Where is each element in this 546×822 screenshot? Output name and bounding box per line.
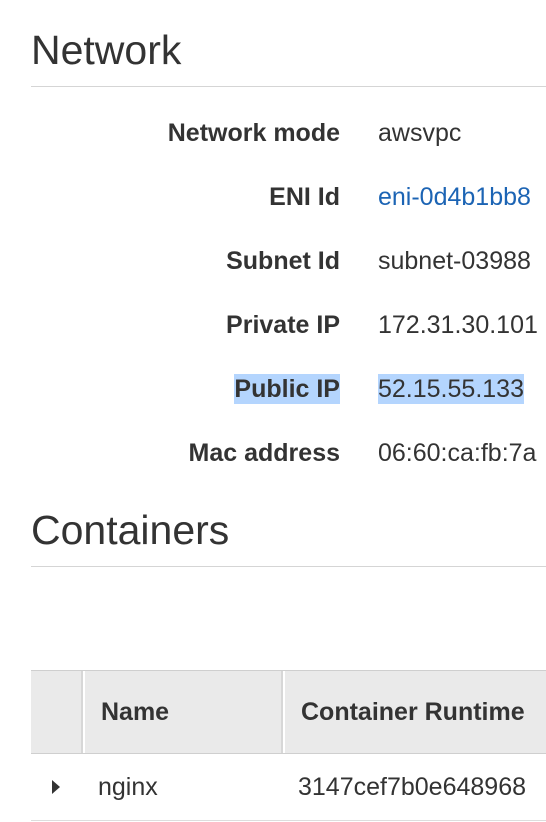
containers-divider xyxy=(31,566,546,567)
name-column-header[interactable]: Name xyxy=(83,671,283,753)
public-ip-label: Public IP xyxy=(234,374,340,404)
expand-column-header xyxy=(31,671,83,753)
container-name-cell: nginx xyxy=(98,773,158,801)
eni-id-row: ENI Id eni-0d4b1bb8 xyxy=(0,174,546,214)
table-row[interactable]: nginx 3147cef7b0e648968 xyxy=(31,754,546,821)
caret-right-icon[interactable] xyxy=(52,780,60,794)
network-divider xyxy=(31,86,546,87)
containers-section-title: Containers xyxy=(31,507,230,553)
mac-address-value: 06:60:ca:fb:7a xyxy=(378,439,537,467)
eni-id-label: ENI Id xyxy=(269,183,340,211)
private-ip-row: Private IP 172.31.30.101 xyxy=(0,302,546,342)
mac-address-row: Mac address 06:60:ca:fb:7a xyxy=(0,430,546,470)
container-runtime-cell: 3147cef7b0e648968 xyxy=(298,773,527,801)
network-section-title: Network xyxy=(31,27,182,73)
subnet-id-label: Subnet Id xyxy=(226,247,340,275)
subnet-id-row: Subnet Id subnet-03988 xyxy=(0,238,546,278)
container-runtime-column-label: Container Runtime xyxy=(301,697,525,726)
network-mode-label: Network mode xyxy=(167,119,340,147)
containers-table: Name Container Runtime nginx 3147cef7b0e… xyxy=(31,670,546,821)
mac-address-label: Mac address xyxy=(188,439,340,467)
public-ip-value: 52.15.55.133 xyxy=(378,374,524,404)
private-ip-label: Private IP xyxy=(226,311,340,339)
eni-id-link[interactable]: eni-0d4b1bb8 xyxy=(378,182,531,212)
private-ip-value: 172.31.30.101 xyxy=(378,311,538,339)
name-column-label: Name xyxy=(101,697,170,726)
container-runtime-column-header[interactable]: Container Runtime xyxy=(283,671,546,753)
network-mode-value: awsvpc xyxy=(378,119,462,147)
public-ip-row: Public IP 52.15.55.133 xyxy=(0,366,546,406)
subnet-id-value: subnet-03988 xyxy=(378,247,531,275)
network-mode-row: Network mode awsvpc xyxy=(0,110,546,150)
containers-table-header: Name Container Runtime xyxy=(31,670,546,754)
